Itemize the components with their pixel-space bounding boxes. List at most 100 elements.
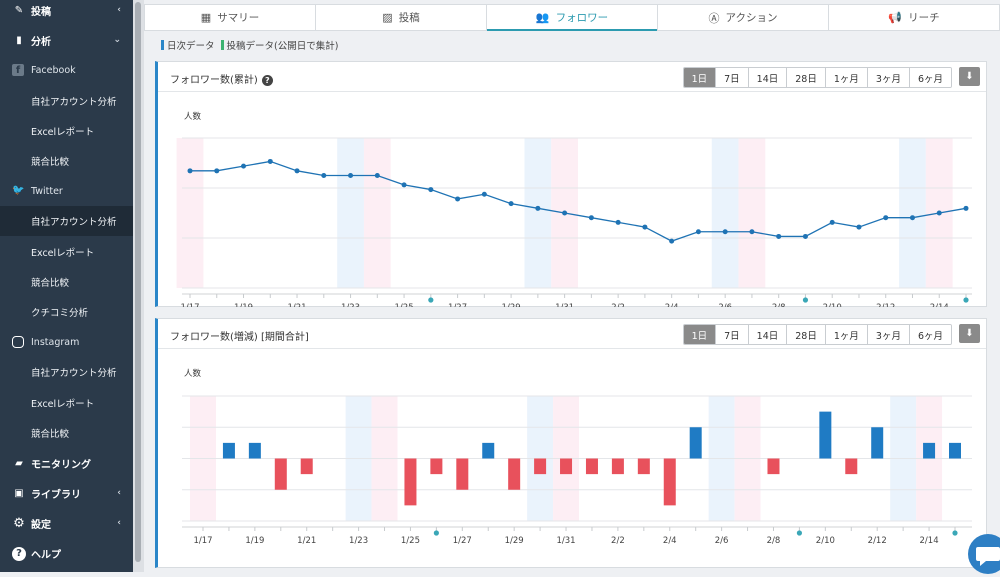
period-button[interactable]: 6ヶ月 — [909, 68, 951, 87]
data-point[interactable] — [348, 173, 354, 178]
period-button[interactable]: 1日 — [683, 68, 717, 87]
sidebar-item[interactable]: 自社アカウント分析 — [0, 86, 133, 116]
data-bar[interactable] — [404, 458, 417, 506]
sidebar-item[interactable]: ▰ モニタリング — [0, 448, 133, 478]
period-button[interactable]: 1ヶ月 — [825, 68, 868, 87]
data-bar[interactable] — [222, 442, 235, 459]
data-bar[interactable] — [637, 458, 650, 475]
data-point[interactable] — [829, 219, 835, 225]
data-point[interactable] — [909, 215, 915, 221]
post-marker[interactable] — [952, 530, 958, 536]
data-bar[interactable] — [845, 458, 858, 475]
data-point[interactable] — [642, 224, 648, 230]
data-bar[interactable] — [456, 458, 469, 490]
data-point[interactable] — [776, 233, 782, 239]
tab-megaphone[interactable]: 📢 リーチ — [829, 5, 999, 30]
data-bar[interactable] — [611, 458, 624, 475]
sidebar-scrollbar[interactable] — [133, 0, 144, 572]
scrollbar-thumb[interactable] — [135, 2, 141, 562]
post-marker[interactable] — [802, 297, 809, 303]
sidebar-item[interactable]: Instagram — [0, 327, 133, 357]
data-bar[interactable] — [949, 442, 961, 459]
data-bar[interactable] — [819, 411, 832, 459]
data-point[interactable] — [294, 168, 300, 174]
sidebar-item[interactable]: ⚙ 設定 ‹ — [0, 508, 133, 538]
data-point[interactable] — [267, 158, 273, 164]
period-button[interactable]: 1ヶ月 — [825, 325, 868, 344]
tab-image[interactable]: ▨ 投稿 — [316, 5, 487, 30]
period-button[interactable]: 7日 — [716, 68, 749, 87]
data-point[interactable] — [241, 163, 247, 169]
data-bar[interactable] — [767, 458, 780, 475]
data-point[interactable] — [722, 229, 728, 235]
data-bar[interactable] — [248, 442, 261, 459]
sidebar-item[interactable]: 競合比較 — [0, 267, 133, 297]
data-point[interactable] — [401, 182, 407, 188]
sidebar-item[interactable]: f Facebook — [0, 55, 133, 85]
sidebar-item[interactable]: Excelレポート — [0, 237, 133, 267]
data-point[interactable] — [187, 168, 193, 174]
period-button[interactable]: 7日 — [716, 325, 749, 344]
sidebar-item[interactable]: クチコミ分析 — [0, 297, 133, 327]
sidebar-item[interactable]: 競合比較 — [0, 418, 133, 448]
data-point[interactable] — [535, 205, 541, 211]
post-marker[interactable] — [428, 297, 434, 303]
data-point[interactable] — [749, 229, 755, 235]
data-bar[interactable] — [274, 458, 287, 490]
data-point[interactable] — [588, 215, 594, 221]
data-point[interactable] — [936, 210, 942, 216]
post-marker[interactable] — [433, 530, 439, 536]
data-point[interactable] — [695, 229, 701, 235]
data-point[interactable] — [374, 173, 380, 178]
period-button[interactable]: 14日 — [748, 68, 788, 87]
sidebar-item[interactable]: ▣ ライブラリ ‹ — [0, 478, 133, 508]
data-bar[interactable] — [534, 458, 547, 475]
data-point[interactable] — [321, 173, 327, 178]
sidebar-item[interactable]: Excelレポート — [0, 388, 133, 418]
data-point[interactable] — [508, 201, 514, 207]
period-button[interactable]: 28日 — [787, 68, 826, 87]
period-button[interactable]: 1日 — [683, 325, 717, 344]
data-point[interactable] — [428, 187, 434, 193]
sidebar-item[interactable]: Excelレポート — [0, 116, 133, 146]
help-icon[interactable]: ? — [261, 75, 273, 86]
sidebar-item[interactable]: ? ヘルプ — [0, 539, 133, 569]
tab-users[interactable]: 👥 フォロワー — [487, 5, 658, 31]
period-button[interactable]: 3ヶ月 — [867, 325, 910, 344]
period-button[interactable]: 28日 — [787, 325, 826, 344]
sidebar-item[interactable]: 自社アカウント分析 — [0, 357, 133, 387]
sidebar-item[interactable]: 自社アカウント分析 — [0, 206, 133, 237]
data-bar[interactable] — [560, 458, 573, 475]
download-icon[interactable]: ⬇ — [959, 324, 980, 343]
data-bar[interactable] — [300, 458, 313, 475]
post-marker[interactable] — [796, 530, 803, 536]
period-button[interactable]: 14日 — [748, 325, 788, 344]
sidebar-item[interactable]: ✎ 投稿 ‹ — [0, 0, 133, 25]
data-point[interactable] — [963, 205, 969, 211]
data-point[interactable] — [883, 215, 889, 221]
sidebar-item[interactable]: 競合比較 — [0, 146, 133, 176]
data-point[interactable] — [802, 233, 808, 239]
data-bar[interactable] — [871, 427, 884, 459]
data-point[interactable] — [615, 219, 621, 225]
data-bar[interactable] — [508, 458, 521, 490]
data-point[interactable] — [214, 168, 220, 174]
data-point[interactable] — [669, 238, 675, 244]
tab-grid[interactable]: ▦ サマリー — [145, 5, 316, 30]
data-point[interactable] — [481, 191, 487, 197]
data-bar[interactable] — [430, 458, 443, 475]
post-marker[interactable] — [963, 297, 969, 303]
period-button[interactable]: 6ヶ月 — [909, 325, 951, 344]
data-point[interactable] — [562, 210, 568, 216]
data-bar[interactable] — [689, 427, 702, 459]
data-bar[interactable] — [663, 458, 676, 506]
chat-support-button[interactable] — [968, 534, 1000, 574]
download-icon[interactable]: ⬇ — [959, 67, 980, 86]
sidebar-item[interactable]: ▮ 分析 ⌄ — [0, 25, 133, 55]
data-bar[interactable] — [923, 442, 936, 459]
data-bar[interactable] — [482, 442, 495, 459]
data-bar[interactable] — [585, 458, 598, 475]
data-point[interactable] — [455, 196, 461, 202]
sidebar-item[interactable]: 🐦 Twitter — [0, 176, 133, 206]
period-button[interactable]: 3ヶ月 — [867, 68, 910, 87]
